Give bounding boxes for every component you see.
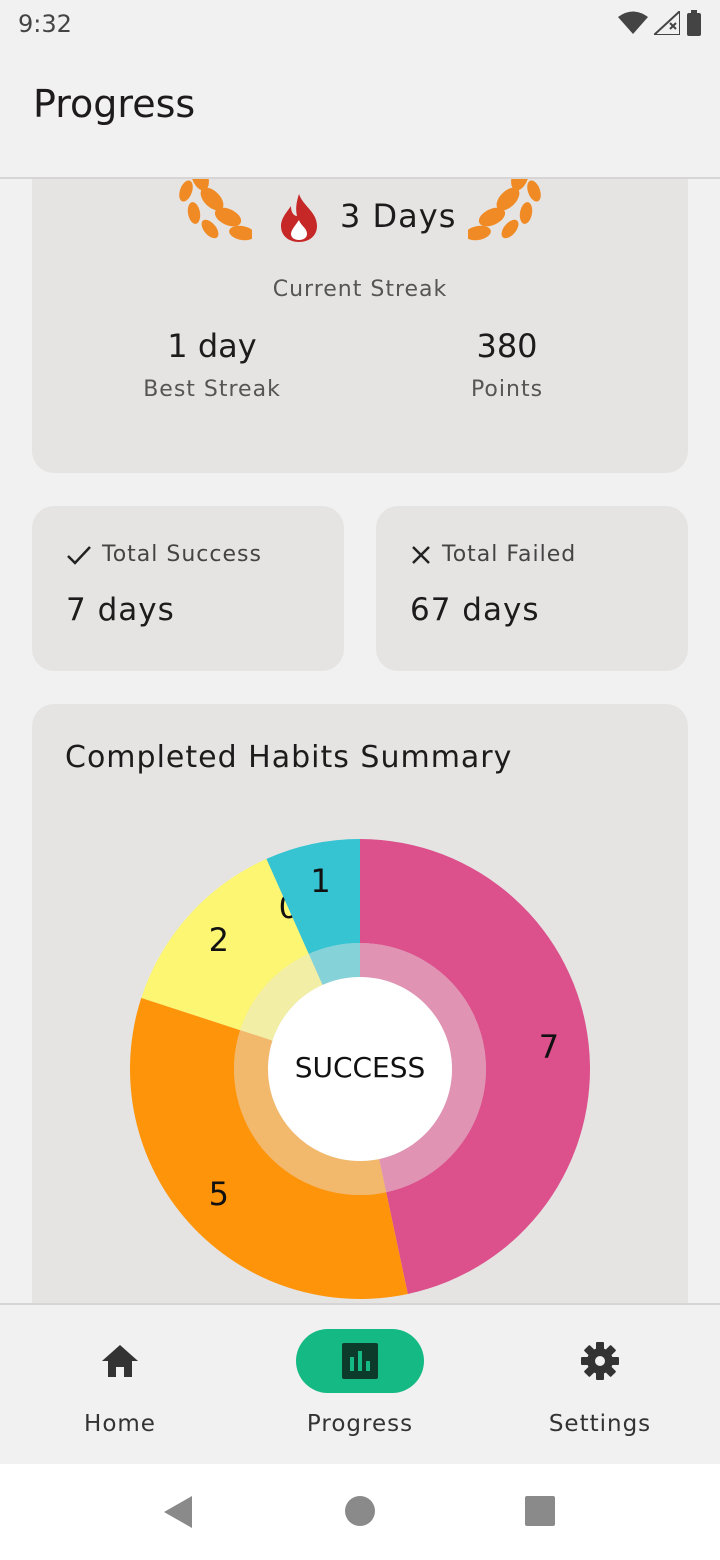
recents-icon[interactable] <box>524 1494 556 1528</box>
pie-slice-label: 1 <box>310 862 330 900</box>
laurel-left-icon <box>179 177 252 241</box>
check-icon <box>67 545 91 565</box>
nav-item-progress[interactable]: Progress <box>240 1305 480 1466</box>
pie-slice-label: 7 <box>539 1028 559 1066</box>
nav-item-home[interactable]: Home <box>0 1305 240 1466</box>
bottom-navigation: Home Progress Settings <box>0 1303 720 1466</box>
streak-card: 3 Days Current Streak 1 day Best Streak … <box>32 177 688 473</box>
total-failed-card: Total Failed 67 days <box>376 506 688 671</box>
progress-content[interactable]: 3 Days Current Streak 1 day Best Streak … <box>0 177 720 1303</box>
gear-icon <box>581 1342 619 1380</box>
bar-chart-icon <box>342 1343 378 1379</box>
total-failed-label: Total Failed <box>442 542 577 567</box>
back-icon[interactable] <box>162 1494 194 1530</box>
nav-label-home: Home <box>84 1411 156 1437</box>
best-streak-value: 1 day <box>167 327 257 365</box>
total-success-label: Total Success <box>102 542 262 567</box>
laurel-right-icon <box>468 177 541 241</box>
status-icons <box>618 10 702 36</box>
pie-slice-label: 2 <box>209 921 229 959</box>
home-icon <box>102 1345 138 1377</box>
nav-active-indicator <box>296 1329 424 1393</box>
completed-habits-pie-chart[interactable]: 75201SUCCESS <box>32 704 688 1303</box>
wifi-icon <box>618 11 648 34</box>
close-icon <box>412 545 430 564</box>
donut-center-label: SUCCESS <box>295 1051 426 1084</box>
signal-icon <box>654 11 680 35</box>
nav-label-progress: Progress <box>306 1411 414 1437</box>
points-label: Points <box>470 377 544 402</box>
points-value: 380 <box>476 327 538 365</box>
fire-icon <box>281 194 317 242</box>
nav-item-settings[interactable]: Settings <box>480 1305 720 1466</box>
total-success-card: Total Success 7 days <box>32 506 344 671</box>
total-failed-value: 67 days <box>410 592 540 628</box>
status-time: 9:32 <box>18 10 72 38</box>
nav-label-settings: Settings <box>548 1411 652 1437</box>
home-circle-icon[interactable] <box>344 1494 376 1528</box>
app-bar: Progress <box>0 52 720 179</box>
system-navigation-bar <box>0 1464 720 1560</box>
battery-icon <box>687 10 701 36</box>
status-bar: 9:32 <box>0 0 720 52</box>
best-streak-label: Best Streak <box>143 377 281 402</box>
pie-slice-label: 5 <box>209 1175 229 1213</box>
current-streak-label: Current Streak <box>272 277 448 302</box>
page-title: Progress <box>33 82 196 126</box>
current-streak-value: 3 Days <box>340 197 457 235</box>
completed-habits-summary-card: Completed Habits Summary 75201SUCCESS <box>32 704 688 1303</box>
total-success-value: 7 days <box>66 592 175 628</box>
